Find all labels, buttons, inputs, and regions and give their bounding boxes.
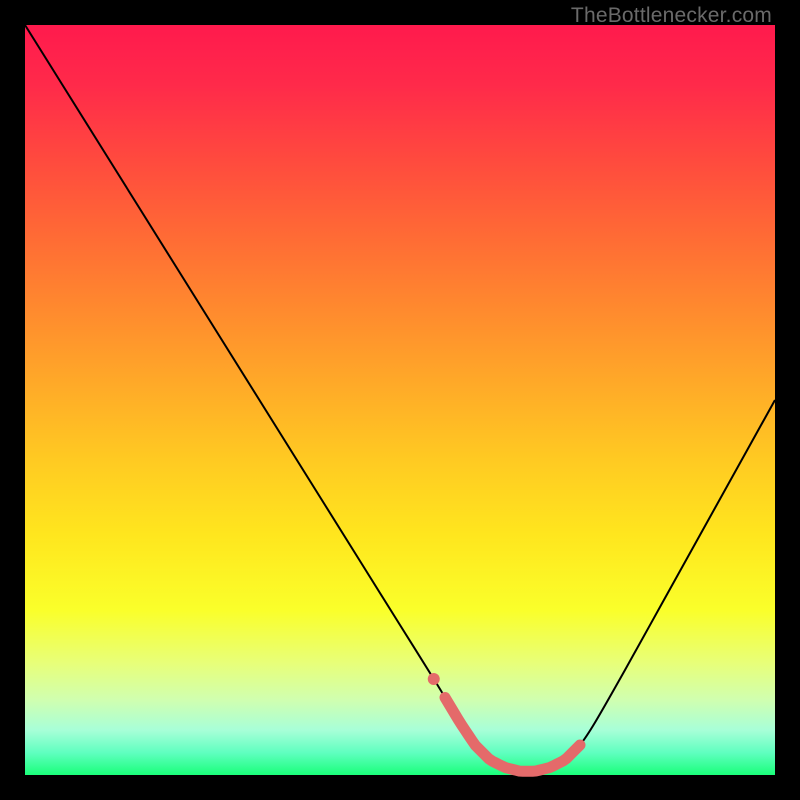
highlight-dot xyxy=(451,711,461,721)
bottleneck-curve xyxy=(25,25,775,775)
highlight-dot xyxy=(428,673,440,685)
chart-plot-area xyxy=(25,25,775,775)
attribution-text: TheBottlenecker.com xyxy=(571,4,772,28)
highlight-segment xyxy=(445,698,580,772)
